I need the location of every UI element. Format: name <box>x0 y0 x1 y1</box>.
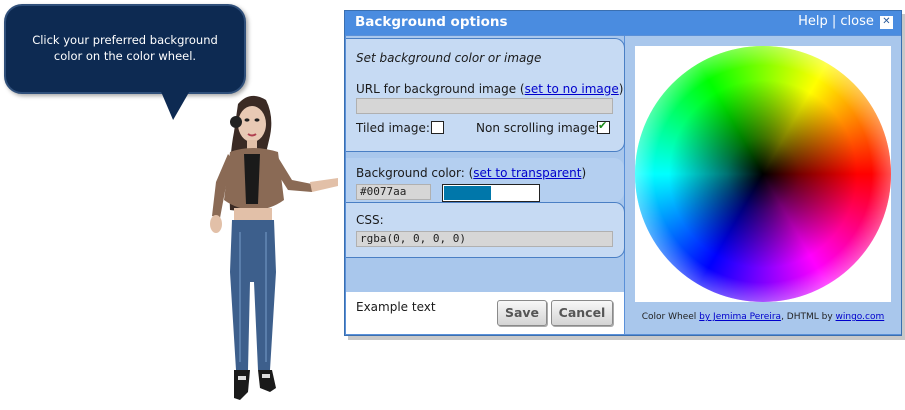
image-section-heading: Set background color or image <box>356 51 542 65</box>
options-panel: Set background color or image URL for ba… <box>346 36 625 334</box>
tiled-image-checkbox[interactable] <box>431 121 444 134</box>
color-section: Background color: (set to transparent) #… <box>346 158 624 202</box>
url-label-row: URL for background image (set to no imag… <box>356 82 623 96</box>
set-no-image-link[interactable]: set to no image <box>525 82 619 96</box>
save-button[interactable]: Save <box>497 300 547 326</box>
credit-prefix: Color Wheel <box>641 312 700 322</box>
author-link[interactable]: by Jemima Pereira <box>699 312 781 322</box>
css-section: CSS: rgba(0, 0, 0, 0) <box>346 202 625 258</box>
close-link[interactable]: close <box>840 14 873 29</box>
image-section: Set background color or image URL for ba… <box>346 38 625 152</box>
color-wheel-credit: Color Wheel by Jemima Pereira, DHTML by … <box>625 312 901 322</box>
close-icon[interactable]: ✕ <box>880 16 893 29</box>
bubble-text: Click your preferred background color on… <box>32 33 218 63</box>
css-value-input[interactable]: rgba(0, 0, 0, 0) <box>356 231 613 247</box>
color-wheel-panel: Color Wheel by Jemima Pereira, DHTML by … <box>625 36 901 334</box>
url-label-close: ) <box>618 82 624 96</box>
color-wheel-shading[interactable] <box>635 46 891 302</box>
background-color-label-row: Background color: (set to transparent) <box>356 166 586 180</box>
example-section: Example text Save Cancel <box>346 292 624 334</box>
background-image-url-input[interactable] <box>356 98 613 114</box>
avatar-character <box>210 95 338 400</box>
example-text: Example text <box>356 300 436 314</box>
url-label: URL for background image ( <box>356 82 525 96</box>
help-link[interactable]: Help <box>798 14 828 29</box>
background-color-label: Background color: ( <box>356 166 474 180</box>
credit-middle: , DHTML by <box>781 312 836 322</box>
wingo-link[interactable]: wingo.com <box>836 312 885 322</box>
tiled-image-label: Tiled image: <box>356 121 430 135</box>
titlebar-links: Help | close ✕ <box>798 14 893 29</box>
dialog-titlebar: Background options Help | close ✕ <box>345 11 901 35</box>
set-transparent-link[interactable]: set to transparent <box>473 166 581 180</box>
color-label-close: ) <box>581 166 587 180</box>
color-preview-fill <box>444 186 491 200</box>
background-options-dialog: Background options Help | close ✕ Set ba… <box>344 10 902 336</box>
css-label: CSS: <box>356 213 384 227</box>
dialog-title: Background options <box>355 14 508 30</box>
color-wheel-container <box>635 46 891 302</box>
color-preview-swatch <box>442 184 540 202</box>
background-color-input[interactable]: #0077aa <box>356 184 431 200</box>
cancel-button[interactable]: Cancel <box>551 300 613 326</box>
titlebar-separator: | <box>831 14 837 29</box>
non-scrolling-checkbox[interactable] <box>597 119 610 134</box>
non-scrolling-label: Non scrolling image: <box>476 121 600 135</box>
speech-bubble: Click your preferred background color on… <box>4 4 246 94</box>
